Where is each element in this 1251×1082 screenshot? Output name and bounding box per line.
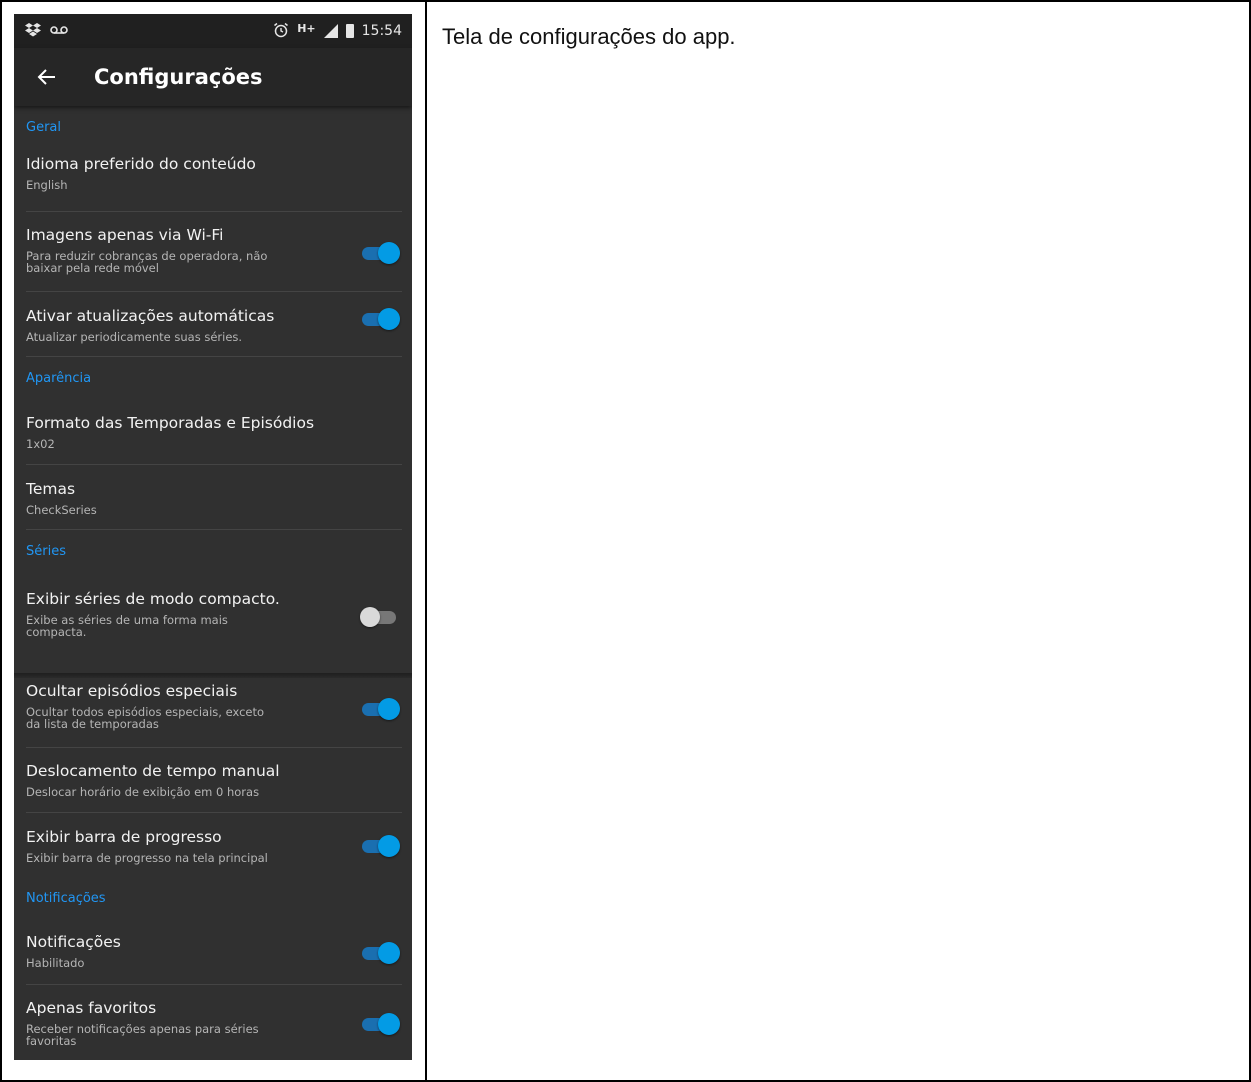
signal-icon — [323, 24, 338, 38]
voicemail-icon — [50, 24, 68, 38]
caption-text: Tela de configurações do app. — [442, 24, 736, 49]
pref-summary: Exibir barra de progresso na tela princi… — [26, 851, 268, 865]
pref-title: Idioma preferido do conteúdo — [26, 155, 256, 173]
auto-updates-toggle[interactable] — [360, 308, 400, 330]
pref-summary: Receber notificações apenas para séries … — [26, 1022, 259, 1048]
compact-series-toggle[interactable] — [360, 606, 398, 628]
table-divider — [425, 0, 427, 1082]
pref-summary: 1x02 — [26, 437, 55, 451]
pref-title: Temas — [26, 480, 76, 498]
pref-season-episode-format[interactable]: Formato das Temporadas e Episódios 1x02 — [14, 402, 412, 465]
phone-screenshot: H+ 15:54 Configurações Geral Idioma pref… — [14, 14, 412, 1060]
pref-summary: Para reduzir cobranças de operadora, não… — [26, 249, 268, 275]
pref-summary: Ocultar todos episódios especiais, excet… — [26, 705, 265, 731]
pref-summary: Deslocar horário de exibição em 0 horas — [26, 785, 260, 799]
pref-images-wifi-only[interactable]: Imagens apenas via Wi-Fi Para reduzir co… — [14, 212, 412, 292]
pref-auto-updates[interactable]: Ativar atualizações automáticas Atualiza… — [14, 292, 412, 357]
section-header-geral: Geral — [26, 120, 61, 135]
pref-title: Ocultar episódios especiais — [26, 682, 238, 700]
pref-title: Exibir séries de modo compacto. — [26, 590, 280, 608]
pref-progress-bar[interactable]: Exibir barra de progresso Exibir barra d… — [14, 813, 412, 877]
pref-hide-specials[interactable]: Ocultar episódios especiais Ocultar todo… — [14, 678, 412, 748]
pref-title: Imagens apenas via Wi-Fi — [26, 226, 224, 244]
pref-title: Apenas favoritos — [26, 999, 157, 1017]
divider — [26, 529, 402, 530]
back-arrow-icon[interactable] — [36, 66, 58, 88]
pref-title: Notificações — [26, 933, 121, 951]
notifications-toggle[interactable] — [360, 942, 400, 964]
alarm-icon — [273, 22, 289, 41]
pref-favorites-only[interactable]: Apenas favoritos Receber notificações ap… — [14, 985, 412, 1060]
pref-summary: English — [26, 178, 68, 192]
pref-title: Ativar atualizações automáticas — [26, 307, 275, 325]
pref-summary: CheckSeries — [26, 503, 97, 517]
pref-themes[interactable]: Temas CheckSeries — [14, 465, 412, 530]
hide-specials-toggle[interactable] — [360, 698, 400, 720]
section-header-series: Séries — [26, 544, 66, 559]
status-bar: H+ 15:54 — [14, 14, 412, 48]
pref-manual-time-offset[interactable]: Deslocamento de tempo manual Deslocar ho… — [14, 748, 412, 813]
divider — [26, 356, 402, 357]
page-title: Configurações — [94, 65, 263, 89]
section-header-notificacoes: Notificações — [26, 891, 106, 906]
section-header-aparencia: Aparência — [26, 371, 92, 386]
pref-title: Formato das Temporadas e Episódios — [26, 414, 315, 432]
pref-compact-series[interactable]: Exibir séries de modo compacto. Exibe as… — [14, 574, 412, 673]
app-bar: Configurações — [14, 48, 412, 106]
favorites-only-toggle[interactable] — [360, 1013, 400, 1035]
pref-summary: Habilitado — [26, 956, 85, 970]
wifi-only-toggle[interactable] — [360, 242, 400, 264]
pref-notifications[interactable]: Notificações Habilitado — [14, 921, 412, 985]
pref-summary: Atualizar periodicamente suas séries. — [26, 330, 243, 344]
dropbox-icon — [24, 22, 42, 40]
pref-title: Exibir barra de progresso — [26, 828, 222, 846]
settings-list: Geral Idioma preferido do conteúdo Engli… — [14, 106, 412, 1060]
battery-icon — [345, 24, 354, 38]
clock: 15:54 — [361, 23, 402, 39]
pref-summary: Exibe as séries de uma forma mais compac… — [26, 613, 228, 639]
pref-content-language[interactable]: Idioma preferido do conteúdo English — [14, 147, 412, 212]
network-type: H+ — [297, 21, 316, 35]
progress-bar-toggle[interactable] — [360, 835, 400, 857]
pref-title: Deslocamento de tempo manual — [26, 762, 280, 780]
